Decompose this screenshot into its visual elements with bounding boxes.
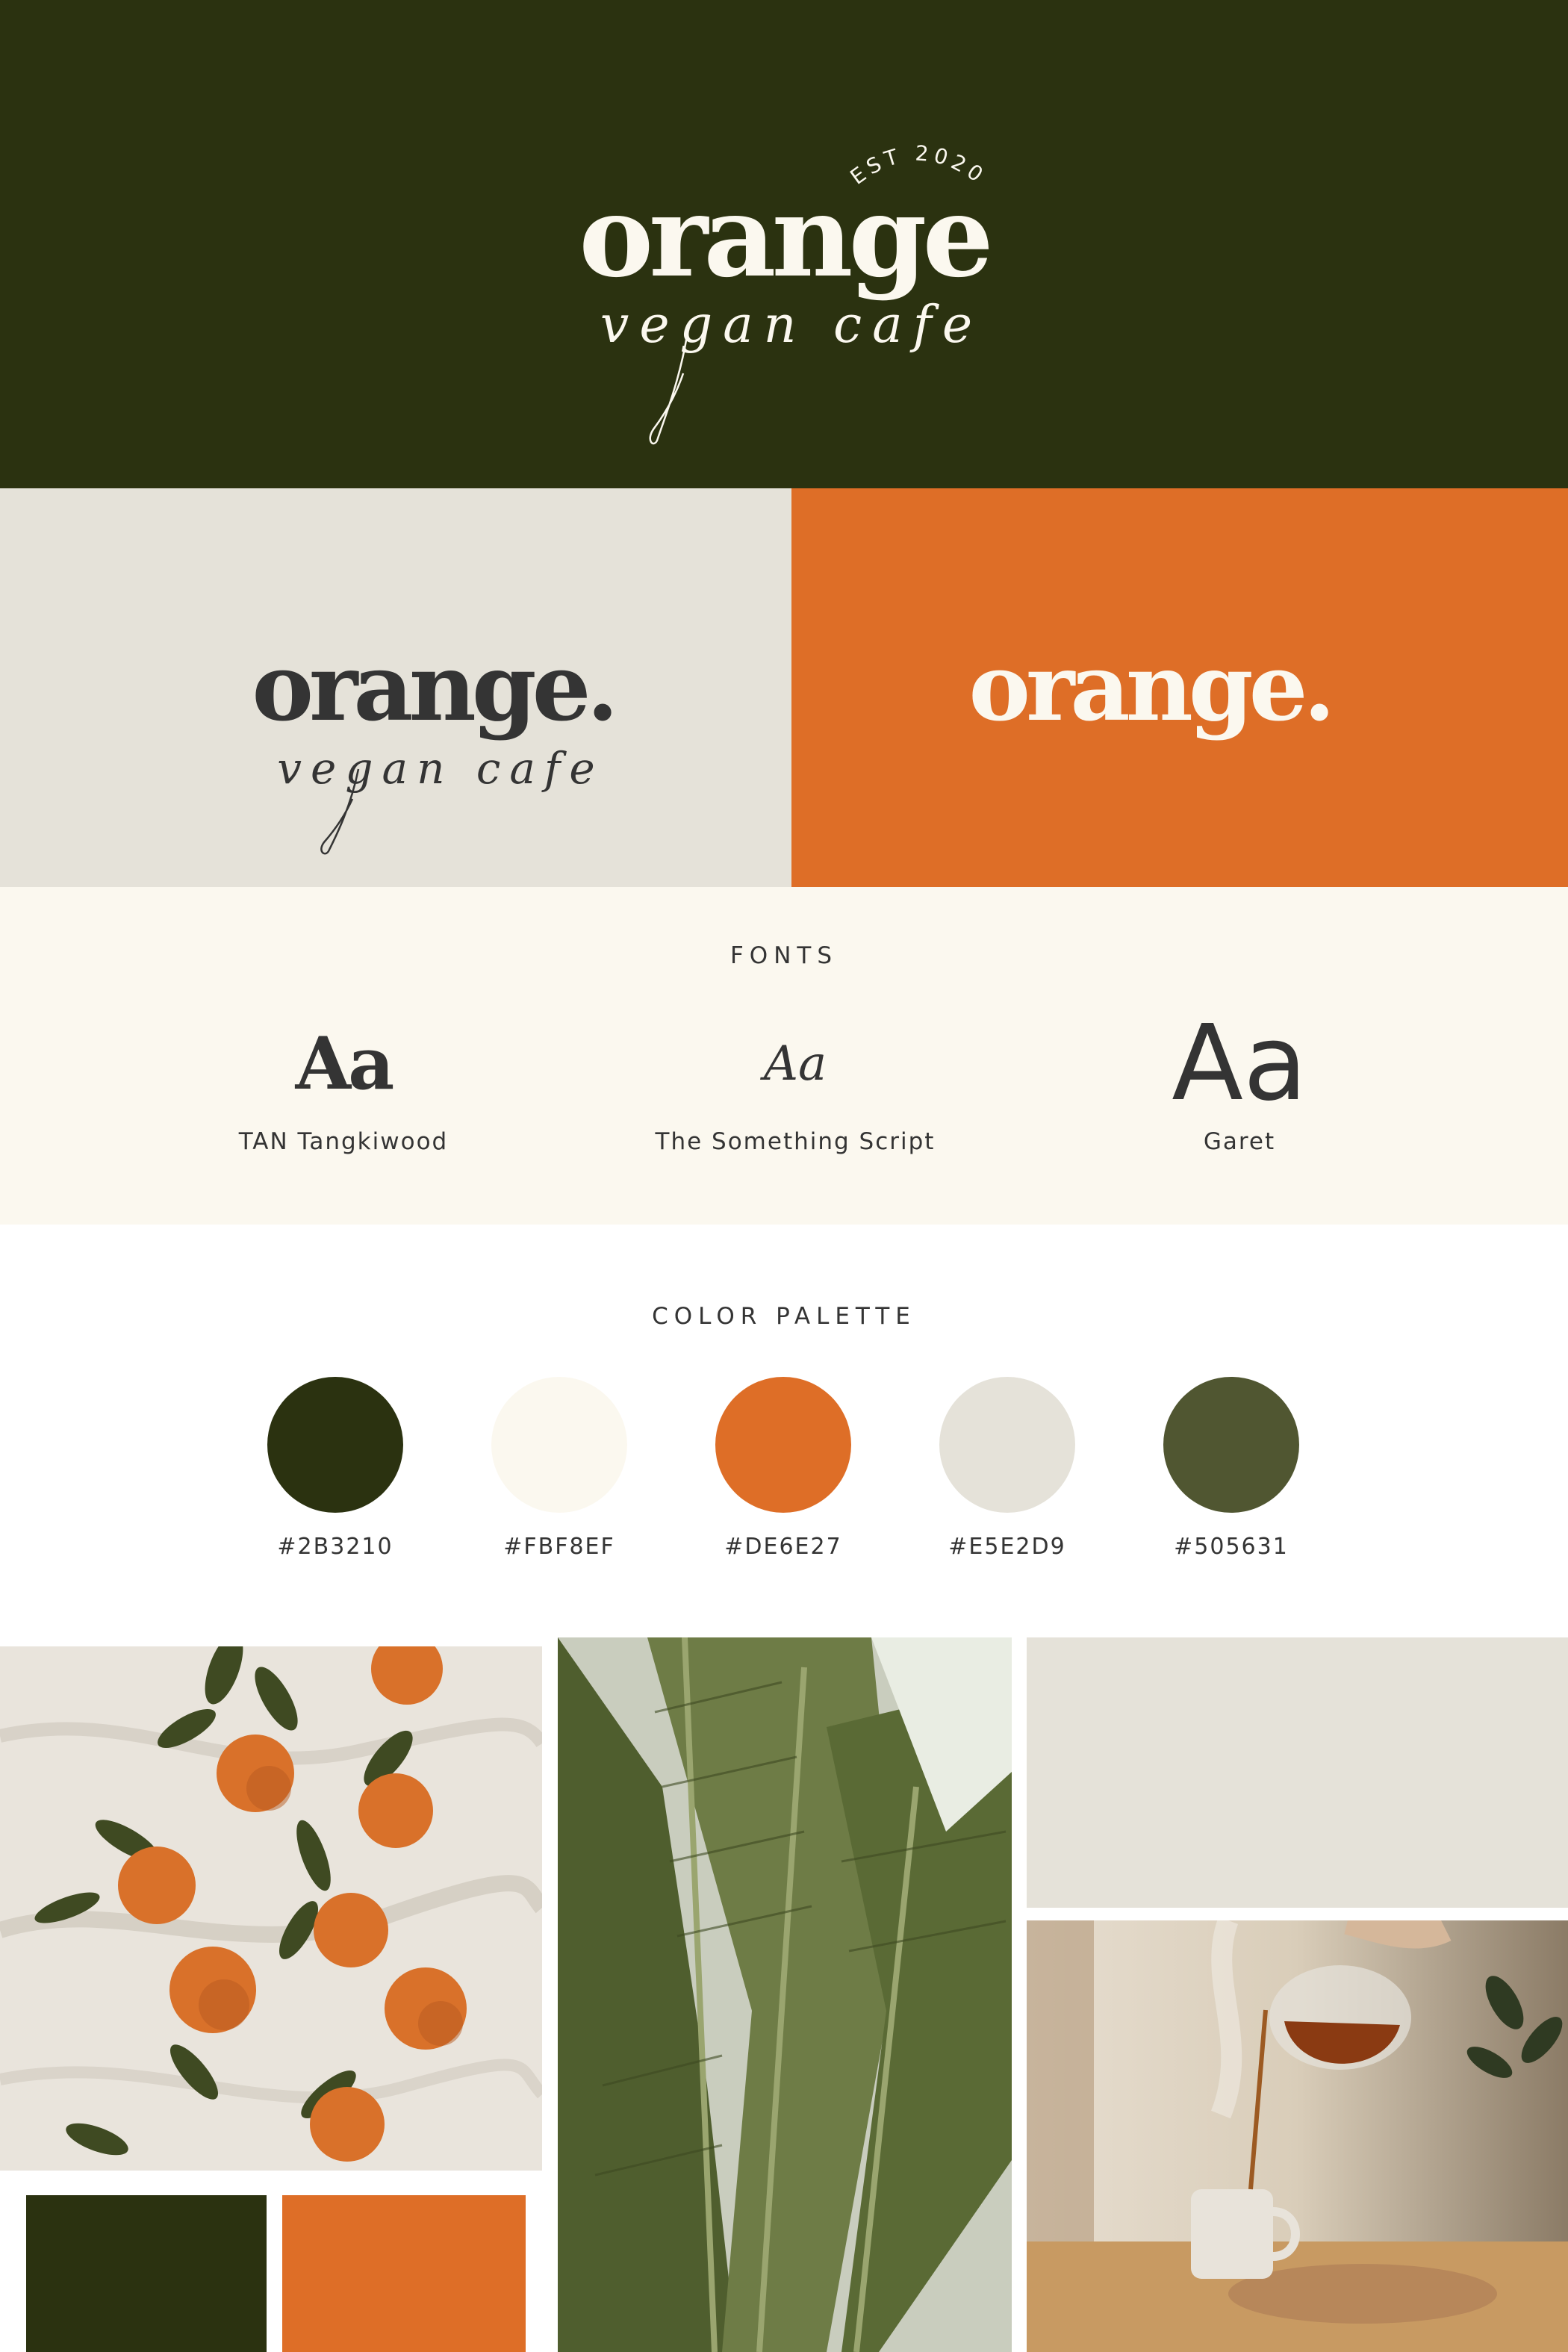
font-card-display: Aa TAN Tangkiwood — [157, 1019, 530, 1155]
font-name-script: The Something Script — [655, 1128, 936, 1155]
font-card-sans: Aa Garet — [1053, 1003, 1426, 1156]
swatch-circle — [1163, 1377, 1299, 1513]
font-card-script: Aa The Something Script — [609, 1019, 982, 1155]
grey-color-block — [1027, 1637, 1568, 1908]
swatch-orange: #DE6E27 — [715, 1377, 851, 1560]
font-name-display: TAN Tangkiwood — [238, 1128, 449, 1155]
swatch-hex-label: #505631 — [1174, 1534, 1289, 1560]
swatch-light-grey: #E5E2D9 — [939, 1377, 1075, 1560]
light-script-tagline: vegan cafe — [277, 743, 604, 794]
swatch-hex-label: #DE6E27 — [724, 1534, 842, 1560]
banana-leaves-photo — [558, 1637, 1012, 2352]
swatch-dark-green: #2B3210 — [267, 1377, 403, 1560]
swatch-olive: #505631 — [1163, 1377, 1299, 1560]
swatch-circle — [939, 1377, 1075, 1513]
swatch-circle — [491, 1377, 627, 1513]
orange-color-block — [282, 2195, 526, 2352]
font-sample-sans: Aa — [1172, 1003, 1307, 1124]
hero-script-tagline: vegan cafe — [600, 296, 983, 355]
font-sample-display: Aa — [295, 1021, 395, 1106]
font-name-sans: Garet — [1203, 1128, 1276, 1155]
fonts-title: FONTS — [729, 942, 839, 969]
light-wordmark: orange. — [252, 634, 618, 742]
swatch-hex-label: #2B3210 — [277, 1534, 393, 1560]
palette-title: COLOR PALETTE — [652, 1303, 916, 1330]
script-flourish — [649, 335, 688, 445]
pouring-tea-photo — [1027, 1920, 1568, 2352]
script-flourish — [320, 768, 360, 855]
oranges-on-linen-photo — [0, 1646, 542, 2171]
orange-wordmark: orange. — [968, 634, 1335, 742]
hero-wordmark: orange — [579, 171, 994, 302]
swatch-circle — [267, 1377, 403, 1513]
dark-green-color-block — [26, 2195, 267, 2352]
swatch-circle — [715, 1377, 851, 1513]
font-sample-script: Aa — [763, 1036, 827, 1092]
swatch-cream: #FBF8EF — [491, 1377, 627, 1560]
swatch-hex-label: #E5E2D9 — [948, 1534, 1066, 1560]
swatch-hex-label: #FBF8EF — [503, 1534, 615, 1560]
